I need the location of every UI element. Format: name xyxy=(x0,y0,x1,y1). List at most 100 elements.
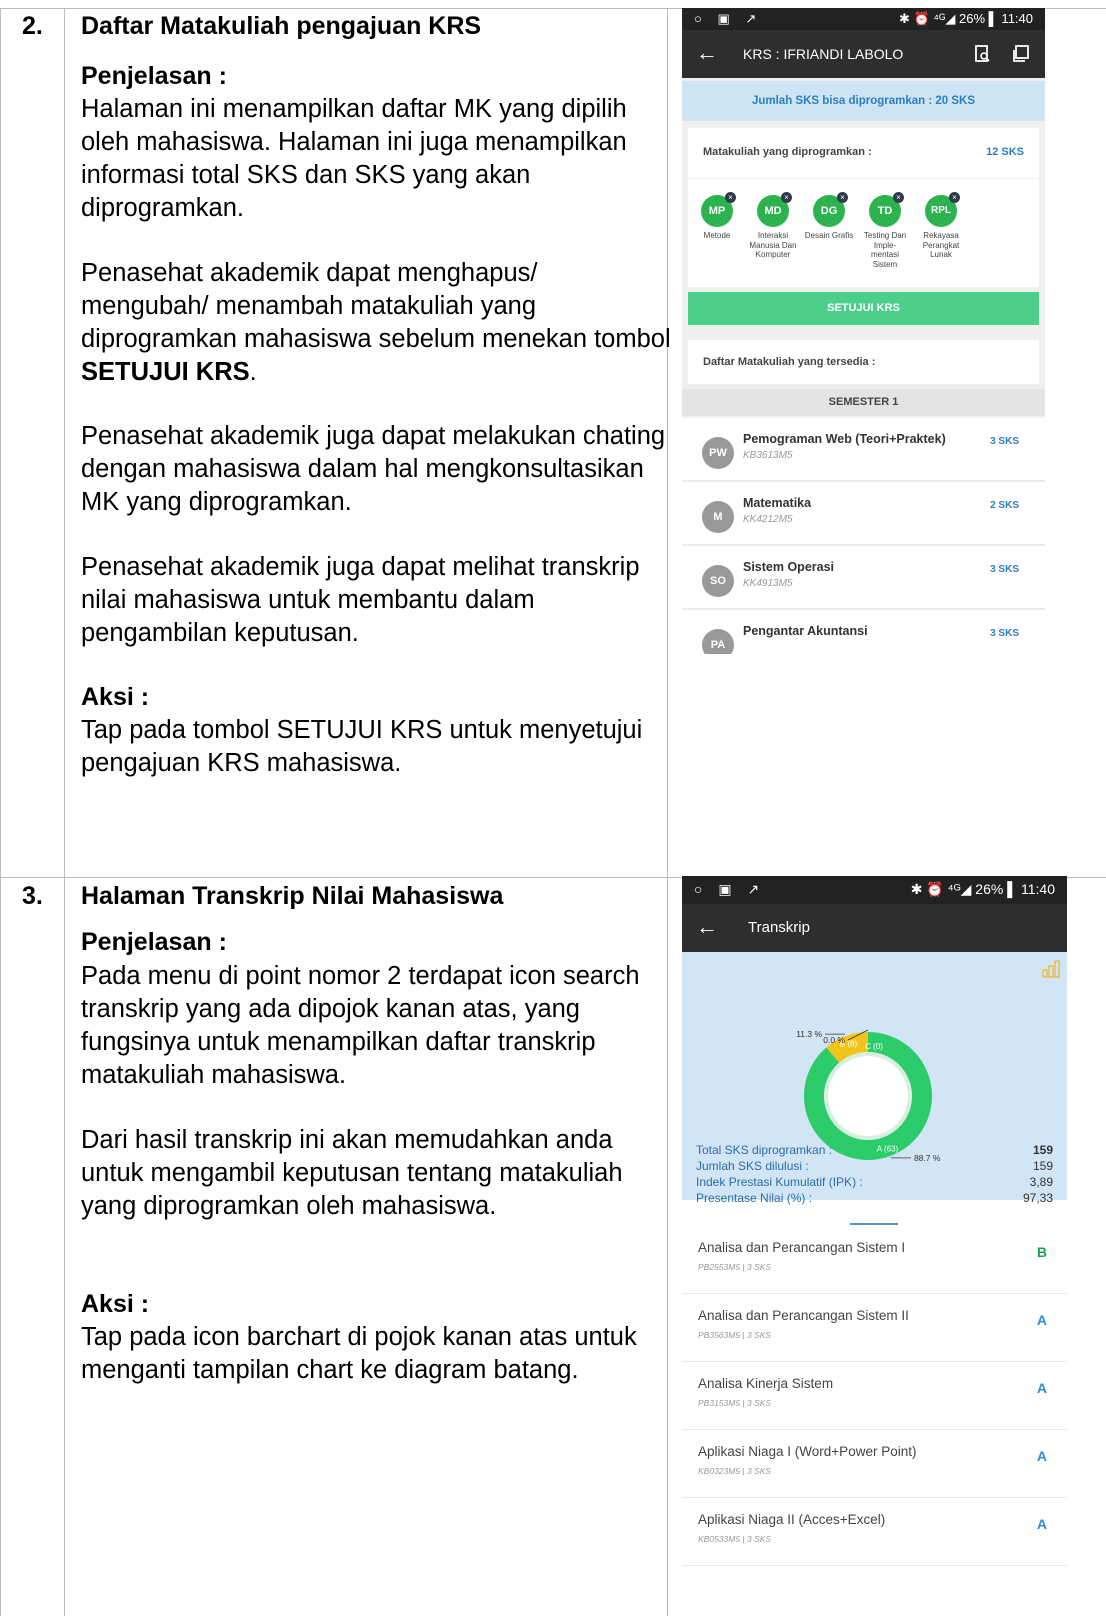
course-name: Analisa Kinerja Sistem xyxy=(698,1376,834,1391)
remove-icon[interactable]: × xyxy=(781,192,792,203)
scroll-indicator xyxy=(850,1223,898,1225)
course-name: Matematika xyxy=(743,496,812,510)
action-label: Aksi : xyxy=(81,683,150,711)
course-name: Metode xyxy=(703,231,731,240)
course-item[interactable]: SO Sistem Operasi KK4913M5 3 SKS xyxy=(682,546,1045,609)
course-name: Desain Grafis xyxy=(804,231,854,240)
approve-krs-button[interactable]: SETUJUI KRS xyxy=(688,292,1039,325)
paragraph: Penasehat akademik dapat menghapus/ meng… xyxy=(81,257,671,389)
app-bar: ← Transkrip xyxy=(682,904,1067,952)
selected-label: Matakuliah yang diprogramkan : xyxy=(703,146,872,158)
action-label: Aksi : xyxy=(81,1290,150,1318)
paragraph: Halaman ini menampilkan daftar MK yang d… xyxy=(81,95,627,222)
status-icons: ○ ▣ ↗ xyxy=(694,881,766,897)
status-right: ✱ ⏰ ⁴ᴳ◢ 26% ▌ 11:40 xyxy=(910,881,1055,897)
status-icons: ○ ▣ ↗ xyxy=(694,11,763,26)
course-grade: A xyxy=(1036,1312,1047,1328)
course-name: Sistem Operasi xyxy=(743,560,835,574)
remove-icon[interactable]: × xyxy=(837,192,848,203)
status-bar: ○ ▣ ↗ ✱ ⏰ ⁴ᴳ◢ 26% ▌ 11:40 xyxy=(682,8,1045,30)
course-name: Analisa dan Perancangan Sistem I xyxy=(698,1240,906,1255)
course-code: PB2553M5 | 3 SKS xyxy=(698,1262,772,1272)
available-label: Daftar Matakuliah yang tersedia : xyxy=(703,356,876,368)
donut-hole xyxy=(824,1052,912,1140)
sks-limit-banner: Jumlah SKS bisa diprogramkan : 20 SKS xyxy=(682,81,1045,121)
course-name: Aplikasi Niaga II (Acces+Excel) xyxy=(698,1512,886,1527)
course-sks: 3 SKS xyxy=(990,564,1019,575)
course-name: Rekayasa Perangkat Lunak xyxy=(922,231,960,259)
course-name: Aplikasi Niaga I (Word+Power Point) xyxy=(698,1444,917,1459)
course-code: KB3613M5 xyxy=(743,450,793,461)
section-number: 3. xyxy=(22,882,43,910)
section-number: 2. xyxy=(22,12,43,40)
slice-percent-label: 11.3 % xyxy=(796,1029,822,1039)
transkrip-screenshot: ○ ▣ ↗ ✱ ⏰ ⁴ᴳ◢ 26% ▌ 11:40 ← Transkrip A … xyxy=(682,876,1067,1616)
course-code: KB0533M5 | 3 SKS xyxy=(698,1534,772,1544)
transcript-row[interactable]: Analisa Kinerja Sistem PB3153M5 | 3 SKS … xyxy=(682,1362,1067,1430)
remove-icon[interactable]: × xyxy=(725,192,736,203)
krs-screenshot: ○ ▣ ↗ ✱ ⏰ ⁴ᴳ◢ 26% ▌ 11:40 ← KRS : IFRIAN… xyxy=(682,8,1045,654)
section-heading: Halaman Transkrip Nilai Mahasiswa xyxy=(81,882,504,910)
course-name: Analisa dan Perancangan Sistem II xyxy=(698,1308,909,1323)
course-name: Pengantar Akuntansi xyxy=(743,624,868,638)
stat-value: 3,89 xyxy=(1029,1175,1053,1189)
status-bar: ○ ▣ ↗ ✱ ⏰ ⁴ᴳ◢ 26% ▌ 11:40 xyxy=(682,876,1067,904)
transcript-row[interactable]: Analisa dan Perancangan Sistem I PB2553M… xyxy=(682,1226,1067,1294)
transcript-row[interactable]: Aplikasi Niaga I (Word+Power Point) KB03… xyxy=(682,1430,1067,1498)
explanation-label: Penjelasan : xyxy=(81,928,227,956)
stat-label: Total SKS diprogramkan : xyxy=(696,1143,833,1157)
stat-value: 159 xyxy=(1032,1159,1053,1173)
available-header: Daftar Matakuliah yang tersedia : xyxy=(688,340,1039,384)
course-item[interactable]: PA Pengantar Akuntansi 3 SKS xyxy=(682,610,1045,654)
selected-sks: 12 SKS xyxy=(986,146,1024,158)
course-sks: 3 SKS xyxy=(990,628,1019,639)
back-arrow-icon[interactable]: ← xyxy=(696,914,718,940)
slice-label: C (0) xyxy=(865,1042,883,1051)
status-right: ✱ ⏰ ⁴ᴳ◢ 26% ▌ 11:40 xyxy=(899,11,1033,26)
course-avatar: PW xyxy=(702,437,734,469)
course-code: KB0323M5 | 3 SKS xyxy=(698,1466,772,1476)
remove-icon[interactable]: × xyxy=(949,192,960,203)
back-arrow-icon[interactable]: ← xyxy=(696,40,718,66)
transcript-row[interactable]: Aplikasi Niaga II (Acces+Excel) KB0533M5… xyxy=(682,1498,1067,1566)
paragraph: Dari hasil transkrip ini akan memudahkan… xyxy=(81,1126,623,1220)
paragraph: Penasehat akademik juga dapat melihat tr… xyxy=(81,553,640,647)
semester-header: SEMESTER 1 xyxy=(682,389,1045,416)
chat-icon[interactable] xyxy=(1011,44,1031,64)
course-name: Pemograman Web (Teori+Praktek) xyxy=(743,432,946,446)
table-col-divider-1 xyxy=(64,9,65,1616)
course-code: KK4913M5 xyxy=(743,578,793,589)
remove-icon[interactable]: × xyxy=(893,192,904,203)
stat-label: Presentase Nilai (%) : xyxy=(696,1191,813,1205)
selected-courses: MP × Metode MD × Interaksi Manusia Dan K… xyxy=(688,179,1039,287)
transcript-row[interactable]: Analisa dan Perancangan Sistem II PB3563… xyxy=(682,1294,1067,1362)
slice-percent-label: 0.0 % xyxy=(823,1035,845,1045)
course-avatar: PA xyxy=(702,629,734,654)
course-grade: B xyxy=(1036,1244,1047,1260)
course-item[interactable]: M Matematika KK4212M5 2 SKS xyxy=(682,482,1045,545)
course-sks: 3 SKS xyxy=(990,436,1019,447)
app-bar: ← KRS : IFRIANDI LABOLO xyxy=(682,30,1045,78)
slice-percent-label: 88.7 % xyxy=(914,1153,941,1163)
course-name: Testing Dan Imple- mentasi Sistem xyxy=(863,231,907,269)
course-code: PB3563M5 | 3 SKS xyxy=(698,1330,772,1340)
course-avatar: M xyxy=(702,501,734,533)
stat-value: 159 xyxy=(1032,1143,1053,1157)
slice-label: A (63) xyxy=(877,1145,899,1154)
screen-title: Transkrip xyxy=(748,919,810,936)
transcript-search-icon[interactable] xyxy=(973,44,993,64)
paragraph-text: Penasehat akademik dapat menghapus/ meng… xyxy=(81,259,671,353)
stat-label: Jumlah SKS dilulusi : xyxy=(696,1159,809,1173)
action-text: Tap pada icon barchart di pojok kanan at… xyxy=(81,1323,637,1384)
course-code: KK4212M5 xyxy=(743,514,793,525)
course-sks: 2 SKS xyxy=(990,500,1019,511)
selected-header: Matakuliah yang diprogramkan : 12 SKS xyxy=(688,128,1039,178)
explanation-label: Penjelasan : xyxy=(81,62,227,90)
course-avatar: SO xyxy=(702,565,734,597)
course-grade: A xyxy=(1036,1448,1047,1464)
paragraph: Penasehat akademik juga dapat melakukan … xyxy=(81,422,666,516)
stat-value: 97,33 xyxy=(1022,1191,1053,1205)
course-item[interactable]: PW Pemograman Web (Teori+Praktek) KB3613… xyxy=(682,418,1045,481)
bold-term: SETUJUI KRS xyxy=(81,358,250,386)
course-code: PB3153M5 | 3 SKS xyxy=(698,1398,772,1408)
